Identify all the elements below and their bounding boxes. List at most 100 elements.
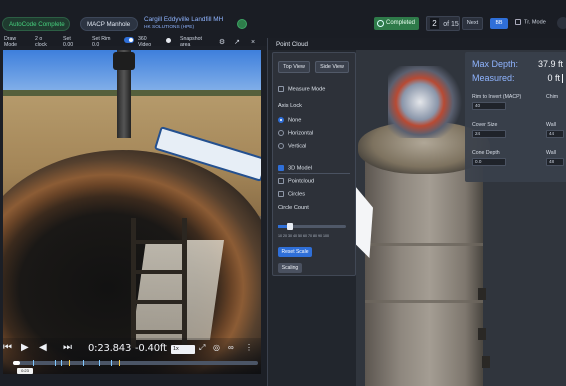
playback-speed-select[interactable]: 1x <box>171 345 195 354</box>
model-step <box>478 328 486 340</box>
model-3d-label: 3D Model <box>288 165 312 172</box>
axis-horizontal-option[interactable]: Horizontal <box>278 130 313 137</box>
timeline-marker[interactable] <box>69 360 70 366</box>
axis-horizontal-label: Horizontal <box>288 130 314 137</box>
draw-mode-label[interactable]: Draw Mode <box>4 36 22 48</box>
axis-vertical-option[interactable]: Vertical <box>278 143 306 150</box>
video-360-label: 360 Video <box>138 36 152 48</box>
timeline-marker[interactable] <box>99 360 100 366</box>
pointcloud-checkbox[interactable] <box>278 178 284 184</box>
timeline-progress <box>13 361 21 365</box>
ladder-rung <box>136 300 182 304</box>
next-button[interactable]: Next <box>462 17 483 30</box>
fullscreen-icon[interactable]: ⤢ <box>199 342 205 354</box>
axis-none-radio[interactable] <box>278 117 284 123</box>
axis-none-option[interactable]: None <box>278 117 301 124</box>
set-rim-button[interactable]: Set Rim 0.0 <box>92 36 114 48</box>
wall2-label: Wall <box>546 150 556 156</box>
overflow-icon[interactable] <box>557 17 566 29</box>
view-controls-panel: Top View Side View Measure Mode Axis Loc… <box>272 52 356 276</box>
wall-input[interactable]: 44 <box>546 130 564 138</box>
tr-mode-toggle[interactable]: Tr. Mode <box>515 19 546 25</box>
depth-offset: -0.40ft <box>135 343 167 354</box>
measure-mode-checkbox[interactable] <box>278 86 284 92</box>
page-current-input[interactable]: 2 <box>430 18 439 30</box>
text-cursor <box>562 74 563 84</box>
circles-toggle[interactable]: Circles <box>278 191 305 198</box>
step-back-icon[interactable]: ◀ <box>39 342 47 354</box>
manhole-model-cylinder <box>365 158 483 386</box>
circle-count-slider[interactable] <box>278 223 346 230</box>
scaling-button[interactable]: Scaling <box>278 263 302 273</box>
model-step <box>478 288 486 300</box>
autocode-status-pill[interactable]: AutoCode Complete <box>2 17 70 31</box>
wall-label: Wall <box>546 122 556 128</box>
model-joint <box>365 300 483 303</box>
link-icon[interactable]: ∞ <box>228 342 234 354</box>
snapshot-radio[interactable] <box>166 38 171 43</box>
ladder-rung <box>136 270 182 274</box>
cover-size-input[interactable]: 24 <box>472 130 506 138</box>
axis-lock-title: Axis Lock <box>278 103 302 109</box>
video-timeline[interactable] <box>13 361 258 365</box>
pointcloud-label: Pointcloud <box>288 178 315 185</box>
measure-mode-label: Measure Mode <box>288 86 326 93</box>
video-ladder <box>131 218 187 348</box>
timeline-marker[interactable] <box>111 360 112 366</box>
top-view-button[interactable]: Top View <box>278 61 310 73</box>
clock-position-select[interactable]: 2 o clock <box>35 36 51 48</box>
set-zero-button[interactable]: Set 0.00 <box>63 36 79 48</box>
asset-type-pill[interactable]: MACP Manhole <box>80 17 138 31</box>
rim-to-invert-input[interactable]: 40 <box>472 102 506 110</box>
panel-divider <box>278 173 350 174</box>
page-indicator: 2 of 15 <box>426 16 460 31</box>
skip-forward-icon[interactable]: ⏭ <box>63 342 72 354</box>
point-cloud-panel: Point Cloud Top View Side View Measure M… <box>267 38 566 386</box>
video-camera-mount <box>113 52 135 70</box>
reset-scale-button[interactable]: Reset Scale <box>278 247 312 257</box>
circles-checkbox[interactable] <box>278 191 284 197</box>
max-depth-label: Max Depth: <box>472 59 519 69</box>
settings-gear-icon[interactable]: ⚙ <box>218 39 226 47</box>
measured-label: Measured: <box>472 73 515 83</box>
tr-mode-checkbox[interactable] <box>515 19 521 25</box>
model-3d-toggle[interactable]: 3D Model <box>278 165 312 172</box>
axis-horizontal-radio[interactable] <box>278 130 284 136</box>
timeline-marker[interactable] <box>119 360 120 366</box>
side-view-button[interactable]: Side View <box>315 61 349 73</box>
external-link-icon[interactable]: ↗ <box>233 39 241 47</box>
video-360-toggle[interactable] <box>124 37 134 43</box>
point-cloud-header: Point Cloud <box>268 38 566 50</box>
close-icon[interactable]: × <box>249 39 257 47</box>
site-subtitle: HK SOLUTIONS (HPE) <box>144 25 195 30</box>
timeline-thumb-label: 0:23 <box>17 368 33 374</box>
pointcloud-toggle[interactable]: Pointcloud <box>278 178 314 185</box>
axis-vertical-label: Vertical <box>288 143 307 150</box>
completed-button[interactable]: Completed <box>374 17 419 30</box>
timeline-marker[interactable] <box>33 360 34 366</box>
completed-label: Completed <box>386 20 416 26</box>
wall2-input[interactable]: 48 <box>546 158 564 166</box>
timeline-marker[interactable] <box>55 360 56 366</box>
rewind-icon[interactable]: ⏮ <box>3 342 12 354</box>
site-title: Cargill Eddyville Landfill MH <box>144 16 224 23</box>
video-player[interactable]: ⏮ ▶ ◀ ⏭ 0:23.843 -0.40ft 1x ⤢ ◎ ∞ ⋮ 0:23 <box>3 50 261 374</box>
model-3d-checkbox[interactable] <box>278 165 284 171</box>
cover-size-label: Cover Size <box>472 122 498 128</box>
slider-handle[interactable] <box>287 223 294 230</box>
play-icon[interactable]: ▶ <box>21 342 29 354</box>
snapshot-area-label: Snapshot area <box>180 36 202 48</box>
slider-tick-labels: 10 20 30 40 50 60 70 80 90 100 <box>278 234 329 238</box>
axis-vertical-radio[interactable] <box>278 143 284 149</box>
cone-depth-input[interactable]: 0.0 <box>472 158 506 166</box>
bb-button[interactable]: BB <box>490 18 508 29</box>
timeline-marker[interactable] <box>61 360 62 366</box>
measured-value-wrap: 0 ft <box>547 73 563 84</box>
measure-mode-toggle[interactable]: Measure Mode <box>278 86 325 93</box>
target-icon[interactable]: ◎ <box>213 342 220 354</box>
measured-value: 0 ft <box>547 73 560 83</box>
circles-label: Circles <box>288 191 306 198</box>
timeline-marker[interactable] <box>83 360 84 366</box>
more-icon[interactable]: ⋮ <box>245 342 253 354</box>
manhole-model-top <box>388 66 468 138</box>
